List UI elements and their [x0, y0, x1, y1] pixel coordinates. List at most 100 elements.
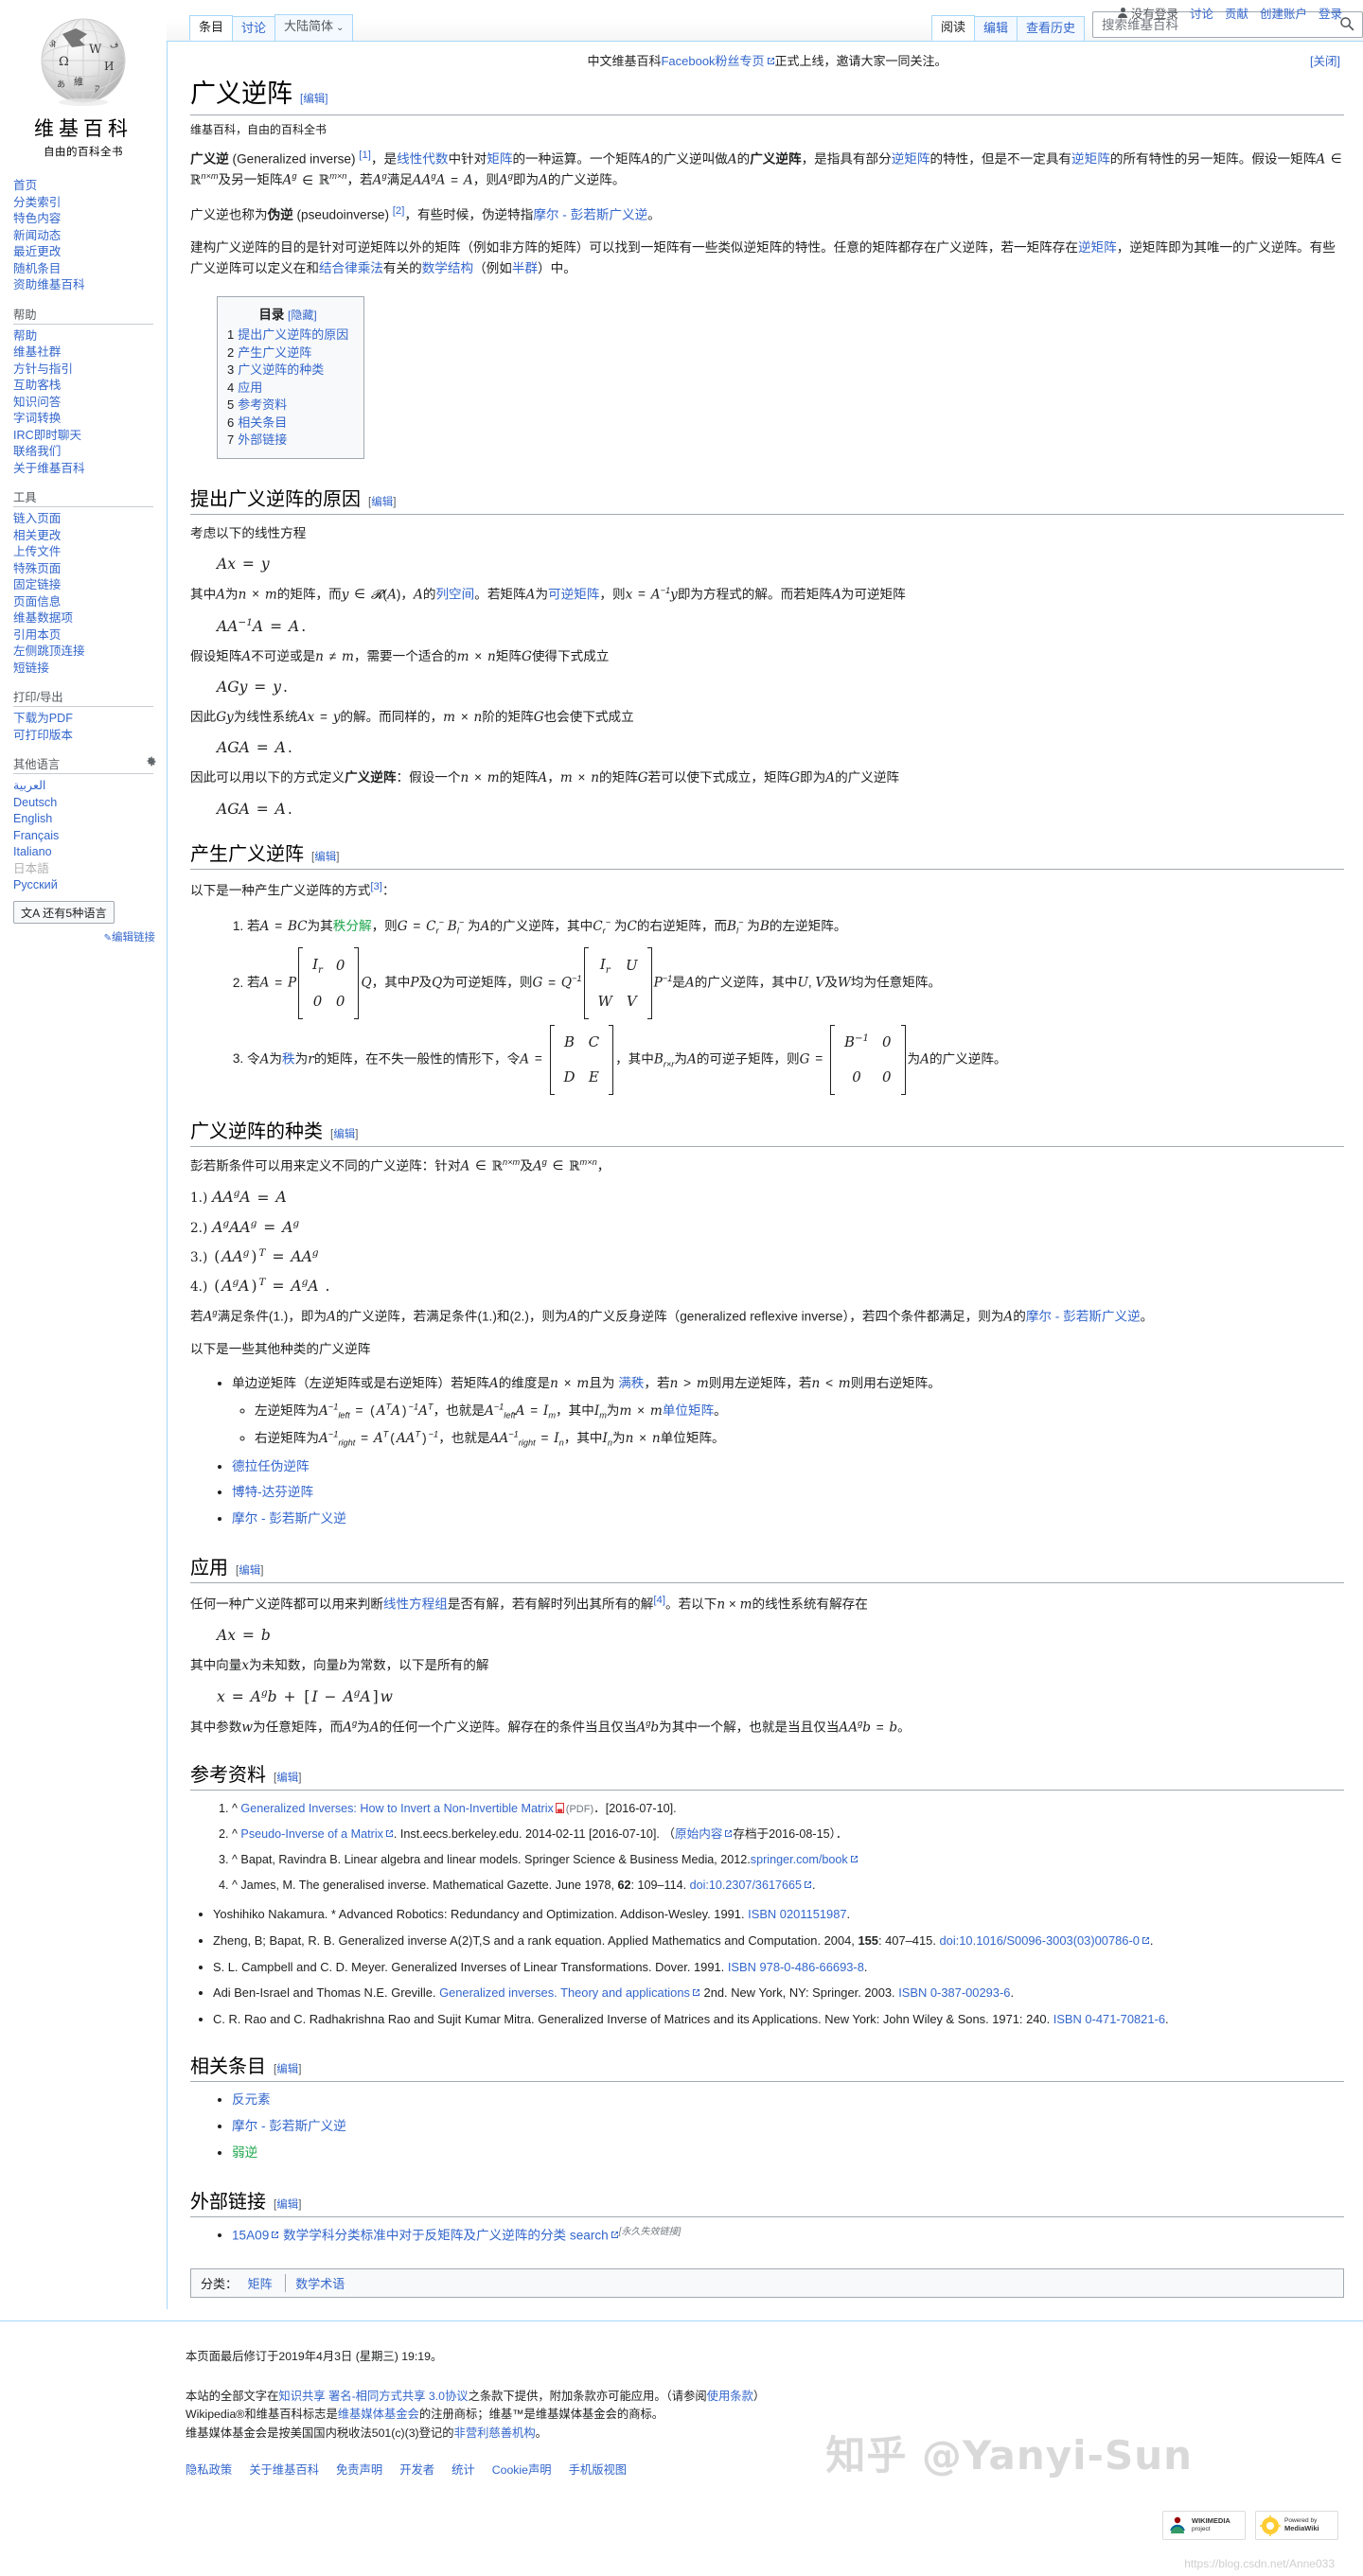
toc-item-4[interactable]: 4 应用	[227, 379, 348, 397]
toc-link-1[interactable]: 提出广义逆阵的原因	[238, 327, 348, 342]
link-linear-algebra[interactable]: 线性代数	[397, 151, 448, 166]
footer-link-cookie-a[interactable]: Cookie声明	[492, 2463, 552, 2477]
sidebar-item-specialpages[interactable]: 特殊页面	[13, 561, 167, 578]
sidebar-lang-ar[interactable]: العربية	[13, 778, 167, 795]
footer-link-developers[interactable]: 开发者	[399, 2461, 434, 2478]
sidebar-item-irc[interactable]: IRC即时聊天	[13, 428, 167, 445]
section-4-edit-link[interactable]: 编辑	[239, 1565, 260, 1577]
section-7-edit[interactable]: [编辑]	[274, 2197, 301, 2212]
category-link-2[interactable]: 数学术语	[295, 2277, 345, 2291]
ref-link-4[interactable]: [4]	[653, 1595, 665, 1606]
link-inverse-matrix-3[interactable]: 逆矩阵	[1078, 240, 1117, 255]
footer-link-disclaimer-a[interactable]: 免责声明	[336, 2463, 382, 2477]
ref-2-link[interactable]: Pseudo-Inverse of a Matrix	[240, 1827, 383, 1841]
link-semigroup[interactable]: 半群	[512, 261, 538, 275]
personal-link-talk[interactable]: 讨论	[1190, 4, 1213, 22]
ref-4-doi-link[interactable]: doi:10.2307/3617665	[690, 1879, 802, 1892]
sidebar-item-printable[interactable]: 可打印版本	[13, 728, 167, 745]
sidebar-lang-link-de[interactable]: Deutsch	[13, 796, 57, 809]
footer-link-statistics[interactable]: 统计	[451, 2461, 475, 2478]
footer-wmf-link[interactable]: 维基媒体基金会	[338, 2408, 419, 2421]
link-invertible-matrix[interactable]: 可逆矩阵	[548, 587, 599, 601]
section-7-edit-link[interactable]: 编辑	[276, 2199, 298, 2211]
wikimedia-badge[interactable]: WIKIMEDIA project	[1162, 2511, 1246, 2540]
section-2-edit-link[interactable]: 编辑	[314, 852, 336, 863]
sidebar-link-reference-desk[interactable]: 知识问答	[13, 396, 61, 409]
sidebar-link-irc[interactable]: IRC即时聊天	[13, 429, 81, 442]
sidebar-item-shorturl[interactable]: 短链接	[13, 661, 167, 678]
sidebar-item-recentchanges[interactable]: 最近更改	[13, 244, 167, 261]
category-item-2[interactable]: 数学术语	[285, 2274, 354, 2293]
see-also-link-2[interactable]: 摩尔 - 彭若斯广义逆	[232, 2119, 346, 2133]
fr-2-doi-link[interactable]: doi:10.1016/S0096-3003(03)00786-0	[939, 1933, 1139, 1948]
personal-link-contributions[interactable]: 贡献	[1225, 4, 1248, 22]
link-matrix[interactable]: 矩阵	[487, 151, 512, 166]
ref-caret-4[interactable]: ^	[232, 1879, 240, 1892]
s3-bullet-drazin[interactable]: 德拉任伪逆阵	[232, 1455, 1344, 1479]
sidebar-lang-it[interactable]: Italiano	[13, 844, 167, 861]
section-5-edit[interactable]: [编辑]	[274, 1770, 301, 1785]
ref-2-archive-link[interactable]: 原始内容	[675, 1827, 722, 1841]
sidebar-lang-ja[interactable]: 日本語	[13, 861, 167, 878]
section-3-edit[interactable]: [编辑]	[330, 1126, 358, 1141]
sidebar-link-categoryindex[interactable]: 分类索引	[13, 196, 61, 209]
footer-link-privacy[interactable]: 隐私政策	[186, 2461, 232, 2478]
toc-item-1[interactable]: 1 提出广义逆阵的原因	[227, 326, 348, 344]
sidebar-link-contact[interactable]: 联络我们	[13, 445, 61, 458]
site-notice-link[interactable]: Facebook粉丝专页	[661, 54, 764, 68]
sidebar-item-categoryindex[interactable]: 分类索引	[13, 195, 167, 212]
tab-article[interactable]: 条目	[189, 15, 234, 41]
sidebar-lang-link-fr[interactable]: Français	[13, 829, 59, 842]
ref-3-link[interactable]: springer.com/book	[751, 1853, 848, 1866]
category-item-1[interactable]: 矩阵	[241, 2274, 282, 2292]
sidebar-item-about[interactable]: 关于维基百科	[13, 461, 167, 478]
sidebar-link-policies[interactable]: 方针与指引	[13, 362, 73, 376]
footer-link-cookie[interactable]: Cookie声明	[492, 2461, 552, 2478]
toc-link-3[interactable]: 广义逆阵的种类	[238, 362, 324, 377]
link-identity-matrix-1[interactable]: 单位矩阵	[663, 1403, 714, 1418]
link-inverse-matrix-2[interactable]: 逆矩阵	[1071, 151, 1110, 166]
sidebar-lang-link-ru[interactable]: Русский	[13, 878, 58, 891]
site-logo[interactable]: Ω W И 維 ק ऄ ف あ 维基百科 自由的百科全书	[0, 9, 167, 159]
sidebar-lang-en[interactable]: English	[13, 811, 167, 828]
see-also-link-1[interactable]: 反元素	[232, 2092, 271, 2107]
sidebar-item-jumptotop[interactable]: 左侧跳顶连接	[13, 644, 167, 661]
link-moore-penrose-3[interactable]: 摩尔 - 彭若斯广义逆	[232, 1511, 346, 1526]
personal-link-login[interactable]: 登录	[1319, 4, 1342, 22]
sidebar-item-conversion[interactable]: 字词转换	[13, 411, 167, 428]
link-full-rank[interactable]: 满秩	[618, 1376, 644, 1390]
sidebar-link-community[interactable]: 维基社群	[13, 345, 61, 359]
sidebar-item-contact[interactable]: 联络我们	[13, 444, 167, 461]
sidebar-item-cite[interactable]: 引用本页	[13, 627, 167, 644]
sidebar-item-relatedchanges[interactable]: 相关更改	[13, 528, 167, 545]
s3-bullet-moore-penrose[interactable]: 摩尔 - 彭若斯广义逆	[232, 1507, 1344, 1531]
toc-link-6[interactable]: 相关条目	[238, 415, 287, 430]
s3-bullet-bott-duffin[interactable]: 博特-达芬逆阵	[232, 1480, 1344, 1505]
see-also-item-3[interactable]: 弱逆	[232, 2141, 1344, 2165]
see-also-link-3[interactable]: 弱逆	[232, 2145, 257, 2160]
sidebar-link-shorturl[interactable]: 短链接	[13, 662, 49, 675]
sidebar-link-specialpages[interactable]: 特殊页面	[13, 562, 61, 575]
section-3-edit-link[interactable]: 编辑	[333, 1129, 355, 1140]
sidebar-link-upload[interactable]: 上传文件	[13, 545, 61, 558]
sidebar-lang-de[interactable]: Deutsch	[13, 795, 167, 812]
section-6-edit-link[interactable]: 编辑	[276, 2064, 298, 2075]
section-5-edit-link[interactable]: 编辑	[276, 1773, 298, 1784]
fr-5-isbn-link[interactable]: ISBN 0-471-70821-6	[1053, 2012, 1165, 2026]
sidebar-item-upload[interactable]: 上传文件	[13, 544, 167, 561]
sidebar-item-pageinfo[interactable]: 页面信息	[13, 594, 167, 611]
sidebar-item-permalink[interactable]: 固定链接	[13, 577, 167, 594]
ref-link-1[interactable]: [1]	[359, 150, 371, 161]
more-languages-button[interactable]: 文A 还有5种语言	[13, 900, 115, 924]
sidebar-link-featured[interactable]: 特色内容	[13, 212, 61, 225]
fr-3-isbn-link[interactable]: ISBN 978-0-486-66693-8	[728, 1960, 864, 1974]
link-moore-penrose-1[interactable]: 摩尔 - 彭若斯广义逆	[533, 208, 647, 222]
toc-toggle[interactable]: [隐藏]	[288, 309, 317, 322]
sidebar-link-download-pdf[interactable]: 下载为PDF	[13, 712, 73, 725]
link-rank-factorization[interactable]: 秩分解	[333, 919, 372, 933]
category-link-1[interactable]: 矩阵	[248, 2277, 273, 2291]
sidebar-item-community[interactable]: 维基社群	[13, 344, 167, 362]
tab-read[interactable]: 阅读	[930, 15, 975, 41]
tab-history[interactable]: 查看历史	[1016, 16, 1085, 41]
toc-item-3[interactable]: 3 广义逆阵的种类	[227, 362, 348, 379]
